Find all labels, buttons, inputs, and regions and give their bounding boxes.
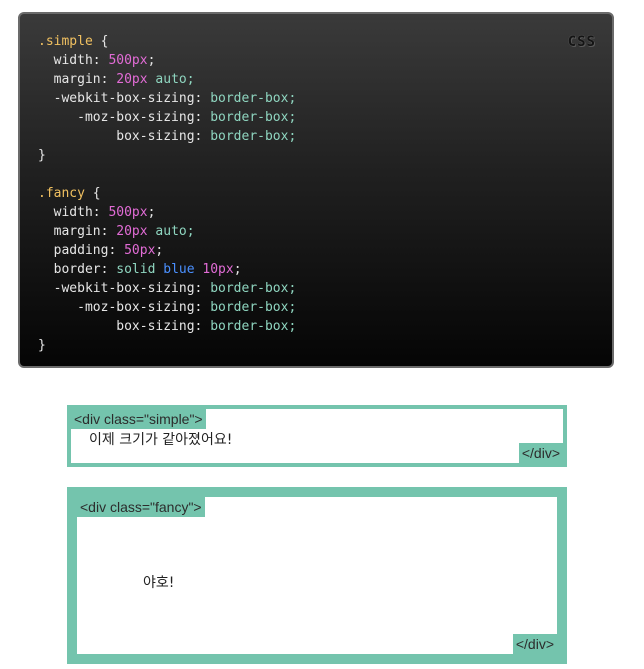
code-line: box-sizing: border-box; [38, 127, 296, 146]
fancy-open-tag-label: <div class="fancy"> [77, 497, 205, 517]
code-token: width: [38, 53, 109, 68]
code-token: 10px [202, 262, 234, 277]
code-line: padding: 50px; [38, 241, 296, 260]
code-line: .fancy { [38, 184, 296, 203]
code-line: .simple { [38, 32, 296, 51]
code-token: } [38, 338, 46, 353]
code-token: { [92, 34, 109, 49]
code-token: border-box; [210, 300, 297, 315]
code-token: box-sizing: [38, 129, 211, 144]
code-token: margin: [38, 224, 117, 239]
code-line: -webkit-box-sizing: border-box; [38, 279, 297, 298]
code-line: box-sizing: border-box; [38, 317, 296, 336]
code-token: } [38, 148, 46, 163]
code-token: border: [38, 262, 117, 277]
code-token: ; [147, 53, 156, 68]
code-token: 500px [108, 53, 148, 68]
code-token: ; [233, 262, 242, 277]
code-token: { [84, 186, 101, 201]
code-token: padding: [38, 243, 125, 258]
fancy-demo-box: <div class="fancy"> 야호! </div> [67, 487, 567, 664]
code-line: width: 500px; [38, 203, 296, 222]
code-line: width: 500px; [38, 51, 296, 70]
code-token: 20px [116, 72, 148, 87]
code-token: -moz-box-sizing: [38, 300, 211, 315]
fancy-box-text: 야호! [143, 575, 175, 591]
simple-close-tag-label: </div> [518, 443, 563, 463]
code-token: margin: [38, 72, 117, 87]
code-token: ; [147, 205, 156, 220]
code-token: auto; [147, 224, 195, 239]
code-token: solid [116, 262, 164, 277]
code-token: auto; [147, 72, 195, 87]
code-token: -webkit-box-sizing: [38, 91, 211, 106]
code-token: .fancy [38, 186, 85, 201]
code-token: border-box; [210, 110, 297, 125]
simple-box-text: 이제 크기가 같아졌어요! [89, 432, 233, 448]
code-block: .simple { width: 500px; margin: 20px aut… [38, 32, 296, 355]
code-line: -moz-box-sizing: border-box; [38, 108, 296, 127]
css-code-panel: CSS .simple { width: 500px; margin: 20px… [18, 12, 614, 368]
code-token: 20px [116, 224, 148, 239]
code-line: margin: 20px auto; [38, 70, 296, 89]
code-line: border: solid blue 10px; [38, 260, 296, 279]
code-token: border-box; [210, 129, 297, 144]
code-token: blue [163, 262, 203, 277]
code-token: border-box; [210, 91, 297, 106]
code-line: -moz-box-sizing: border-box; [38, 298, 296, 317]
code-token: width: [38, 205, 109, 220]
simple-demo-box: <div class="simple"> 이제 크기가 같아졌어요! </div… [67, 405, 567, 467]
code-line: } [38, 336, 296, 355]
code-token: border-box; [210, 281, 297, 296]
code-token: box-sizing: [38, 319, 211, 334]
code-line: } [38, 146, 296, 165]
code-language-label: CSS [567, 34, 596, 50]
code-token: 500px [108, 205, 148, 220]
code-token: 50px [124, 243, 156, 258]
fancy-close-tag-label: </div> [512, 634, 557, 654]
simple-open-tag-label: <div class="simple"> [71, 409, 206, 429]
code-token: .simple [38, 34, 93, 49]
code-line: margin: 20px auto; [38, 222, 296, 241]
code-token: -webkit-box-sizing: [38, 281, 211, 296]
code-line: -webkit-box-sizing: border-box; [38, 89, 297, 108]
code-token: ; [155, 243, 164, 258]
code-token: -moz-box-sizing: [38, 110, 211, 125]
code-token: border-box; [210, 319, 297, 334]
